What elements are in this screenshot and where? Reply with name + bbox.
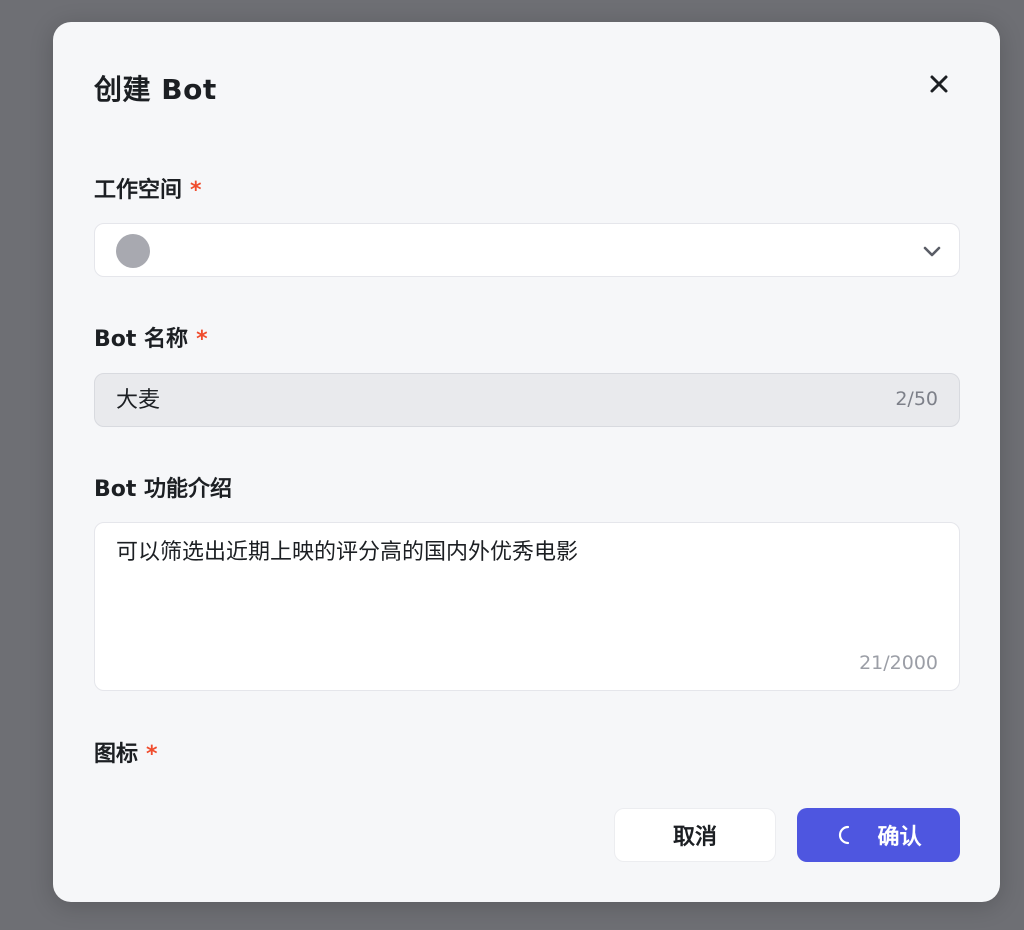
- bot-description-label: Bot 功能介绍: [94, 477, 233, 502]
- create-bot-dialog: 创建 Bot 工作空间 * Bot 名称 * 大麦 2/50 Bot 功能介绍 可以…: [53, 22, 1000, 902]
- bot-description-textarea[interactable]: 可以筛选出近期上映的评分高的国内外优秀电影 21/2000: [94, 522, 960, 691]
- chevron-down-icon: [919, 238, 945, 264]
- bot-name-counter: 2/50: [895, 388, 938, 410]
- workspace-label: 工作空间 *: [94, 176, 202, 206]
- required-mark: *: [196, 327, 208, 352]
- required-mark: *: [190, 178, 202, 203]
- workspace-avatar: [116, 234, 150, 268]
- bot-name-label-text: Bot 名称: [94, 327, 189, 352]
- bot-name-value: 大麦: [116, 388, 161, 413]
- bot-name-label: Bot 名称 *: [94, 325, 208, 355]
- confirm-button[interactable]: 确认: [797, 808, 960, 862]
- dialog-title: 创建 Bot: [94, 73, 217, 106]
- loading-spinner-icon: [839, 825, 850, 845]
- bot-description-value: 可以筛选出近期上映的评分高的国内外优秀电影: [116, 540, 579, 565]
- bot-description-counter: 21/2000: [859, 652, 938, 674]
- cancel-button[interactable]: 取消: [614, 808, 776, 862]
- icon-label-text: 图标: [94, 742, 139, 767]
- close-icon: [930, 75, 948, 93]
- close-button[interactable]: [923, 68, 955, 100]
- icon-label: 图标 *: [94, 740, 158, 770]
- cancel-button-label: 取消: [672, 825, 717, 850]
- workspace-label-text: 工作空间: [94, 178, 183, 203]
- confirm-button-label: 确认: [877, 825, 922, 850]
- required-mark: *: [146, 742, 158, 767]
- bot-name-input[interactable]: 大麦 2/50: [94, 373, 960, 427]
- workspace-select[interactable]: [94, 223, 960, 277]
